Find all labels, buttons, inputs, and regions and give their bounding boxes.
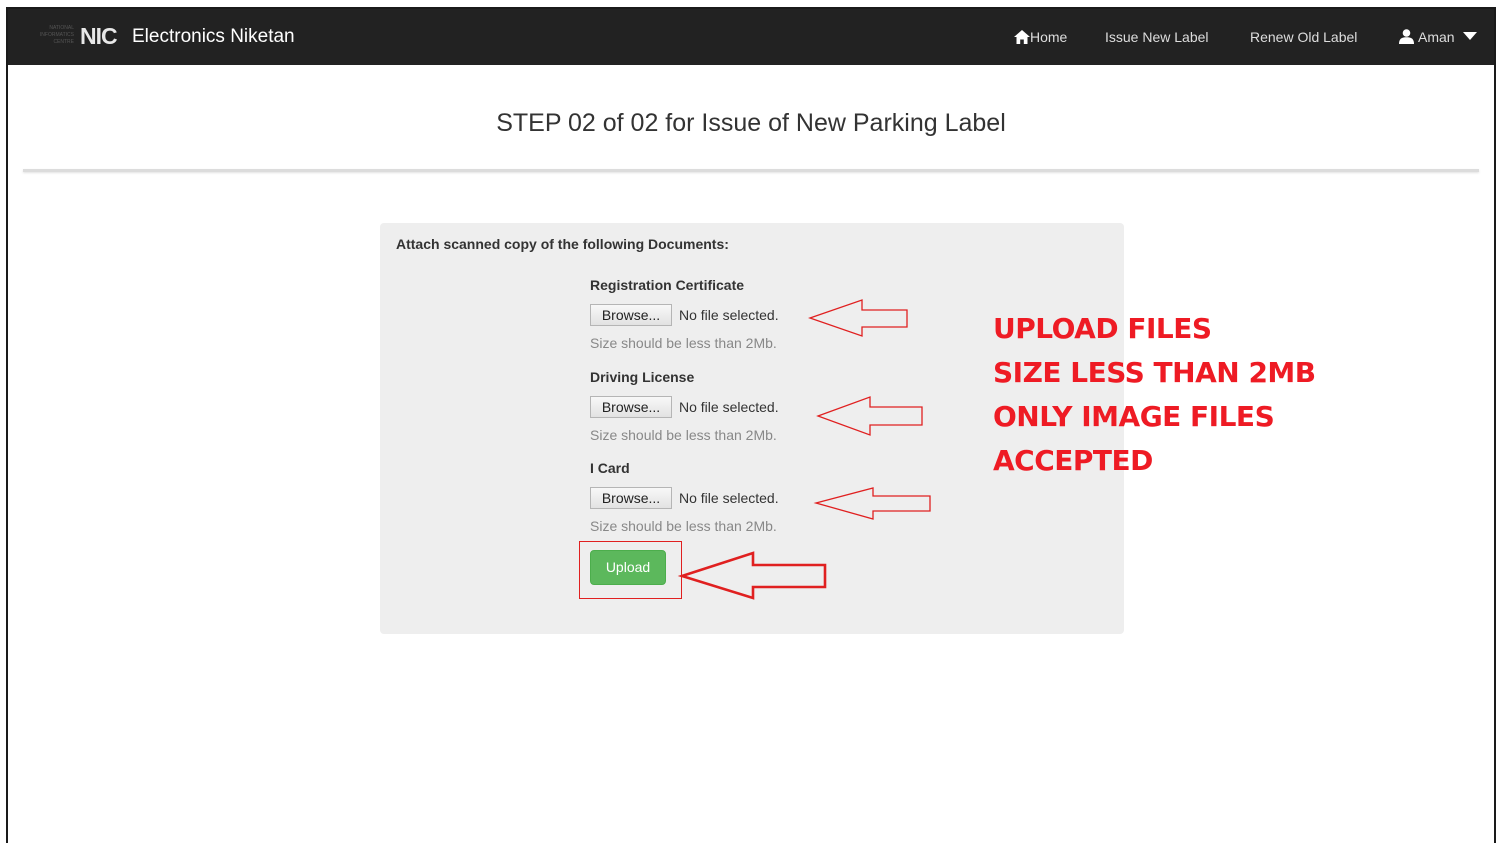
arrow-left-icon — [813, 487, 931, 520]
annotation-text: UPLOAD FILES SIZE LESS THAN 2MB ONLY IMA… — [993, 307, 1316, 483]
annotation-line: ONLY IMAGE FILES — [993, 400, 1275, 433]
arrow-left-icon — [808, 299, 908, 337]
annotation-line: ACCEPTED — [993, 444, 1153, 477]
arrow-left-icon — [816, 396, 923, 436]
arrow-left-icon — [677, 551, 827, 600]
annotation-line: UPLOAD FILES — [993, 312, 1212, 345]
annotation-line: SIZE LESS THAN 2MB — [993, 356, 1316, 389]
page-frame: NATIONAL INFORMATICS CENTRE NIC Electron… — [6, 7, 1496, 843]
